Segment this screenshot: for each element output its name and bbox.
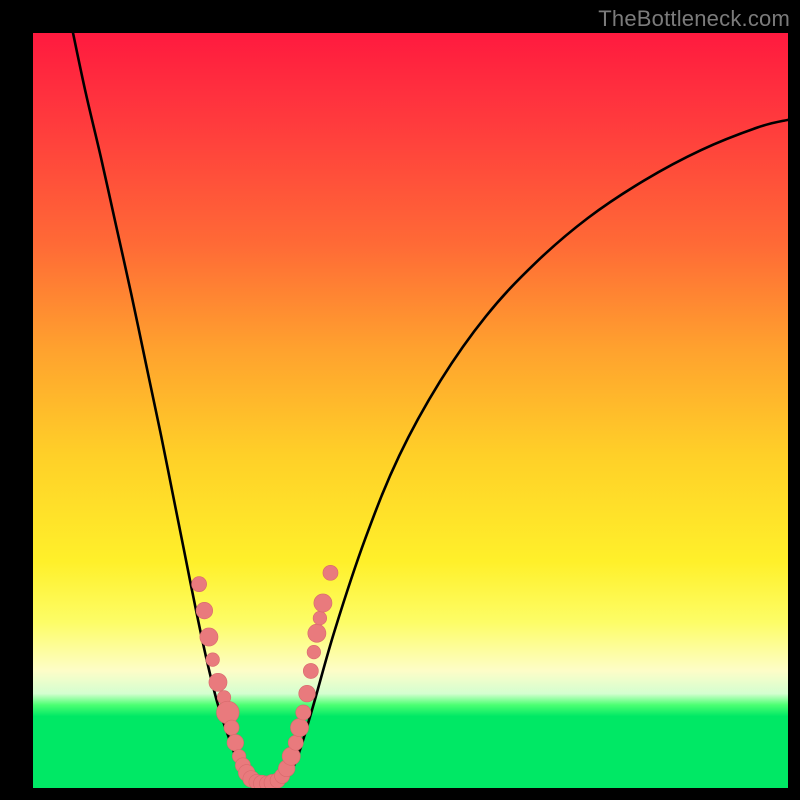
marker-point [192,577,207,592]
marker-point [299,685,316,702]
watermark-text: TheBottleneck.com [598,6,790,32]
marker-group [192,565,338,788]
marker-point [196,602,213,619]
marker-point [206,653,220,667]
chart-frame: TheBottleneck.com [0,0,800,800]
marker-point [224,720,239,735]
marker-point [303,663,318,678]
marker-point [227,734,244,751]
marker-point [296,705,311,720]
marker-point [307,645,321,659]
curve-group [73,33,788,785]
marker-point [290,719,308,737]
plot-area [33,33,788,788]
marker-point [308,624,326,642]
curve-left-branch [73,33,248,780]
marker-point [323,565,338,580]
marker-point [288,735,303,750]
marker-point [216,701,239,724]
marker-point [209,673,227,691]
marker-point [200,628,218,646]
marker-point [314,594,332,612]
chart-svg [33,33,788,788]
curve-right-branch [286,120,788,781]
marker-point [313,611,327,625]
